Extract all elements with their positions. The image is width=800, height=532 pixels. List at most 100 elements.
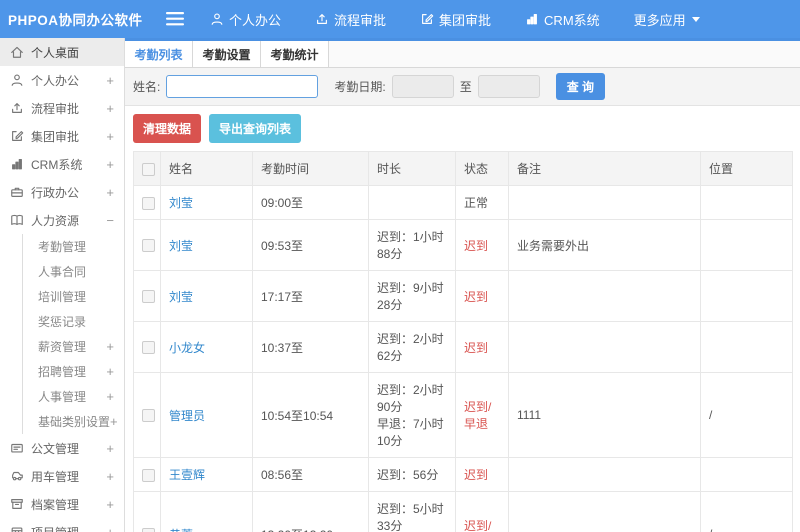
topnav-item-4[interactable]: 更多应用 bbox=[634, 10, 701, 29]
duration-line: 迟到：2小时90分 bbox=[377, 383, 444, 414]
date-to-input[interactable] bbox=[477, 75, 540, 98]
sidebar-item-label: 流程审批 bbox=[31, 101, 80, 116]
attendance-time: 17:17至 bbox=[252, 270, 369, 322]
sidebar-item-label: 奖惩记录 bbox=[38, 315, 87, 329]
sidebar-subitem-5[interactable]: 招聘管理 + bbox=[23, 359, 124, 384]
sidebar-item-3[interactable]: 集团审批 + bbox=[0, 122, 124, 150]
row-checkbox[interactable] bbox=[142, 290, 155, 304]
expand-icon[interactable]: + bbox=[106, 389, 114, 404]
employee-name-link[interactable]: 刘莹 bbox=[169, 239, 193, 253]
expand-icon[interactable]: + bbox=[106, 185, 114, 200]
search-button[interactable]: 查 询 bbox=[555, 73, 606, 100]
sidebar-subitem-1[interactable]: 人事合同 bbox=[23, 259, 124, 284]
topnav-item-label: 更多应用 bbox=[633, 12, 686, 28]
sidebar-subitem-2[interactable]: 培训管理 bbox=[23, 284, 124, 309]
column-header-2: 时长 bbox=[368, 151, 456, 186]
duration: 迟到：56分 bbox=[368, 457, 456, 492]
attendance-table: 姓名 考勤时间 时长 状态 备注 位置 刘莹 09:00至 正常 刘莹 09:53至 迟到：1小时88… bbox=[133, 151, 793, 532]
collapse-icon[interactable]: − bbox=[106, 213, 114, 228]
sidebar-item-label: 基础类别设置 bbox=[38, 415, 111, 429]
sidebar-subitem-6[interactable]: 人事管理 + bbox=[23, 384, 124, 409]
row-checkbox[interactable] bbox=[142, 409, 155, 423]
sidebar-item-1[interactable]: 个人办公 + bbox=[0, 66, 124, 94]
attendance-time: 08:56至 bbox=[252, 457, 369, 492]
menu-icon[interactable] bbox=[166, 12, 184, 26]
duration: 迟到：2小时90分 早退：7小时10分 bbox=[368, 372, 456, 458]
topnav-item-label: CRM系统 bbox=[544, 12, 600, 28]
row-checkbox[interactable] bbox=[142, 528, 155, 532]
topnav-item-3[interactable]: CRM系统 bbox=[525, 10, 600, 29]
duration bbox=[368, 185, 456, 220]
sidebar-item-5[interactable]: 行政办公 + bbox=[0, 178, 124, 206]
expand-icon[interactable]: + bbox=[106, 497, 114, 512]
sidebar-item-label: 招聘管理 bbox=[38, 365, 87, 379]
main-panel: 考勤列表 考勤设置 考勤统计 姓名: 考勤日期: 至 查 询 清理数据 导出查询列表… bbox=[125, 38, 800, 532]
row-checkbox[interactable] bbox=[142, 196, 155, 210]
expand-icon[interactable]: + bbox=[106, 101, 114, 116]
duration-line: 迟到：2小时62分 bbox=[377, 332, 444, 363]
expand-icon[interactable]: + bbox=[106, 364, 114, 379]
expand-icon[interactable]: + bbox=[106, 525, 114, 532]
duration-line: 迟到：9小时28分 bbox=[377, 281, 444, 312]
export-list-button[interactable]: 导出查询列表 bbox=[209, 114, 302, 143]
employee-name-link[interactable]: 管理员 bbox=[169, 409, 205, 423]
attendance-time: 09:00至 bbox=[252, 185, 369, 220]
sidebar-item-0[interactable]: 个人桌面 bbox=[0, 38, 124, 66]
expand-icon[interactable]: + bbox=[110, 414, 118, 429]
duration-line: 早退：7小时10分 bbox=[377, 417, 444, 448]
expand-icon[interactable]: + bbox=[106, 157, 114, 172]
row-checkbox[interactable] bbox=[142, 239, 155, 253]
topnav-item-2[interactable]: 集团审批 bbox=[420, 10, 491, 29]
status-badge: 迟到 bbox=[464, 238, 489, 253]
tab-1[interactable]: 考勤设置 bbox=[193, 41, 261, 67]
sidebar-item-label: 公文管理 bbox=[31, 441, 80, 456]
expand-icon[interactable]: + bbox=[106, 129, 114, 144]
sidebar-item-label: 个人办公 bbox=[31, 73, 80, 88]
employee-name-link[interactable]: 王壹辉 bbox=[169, 468, 205, 482]
sidebar-item-9[interactable]: 档案管理 + bbox=[0, 490, 124, 518]
tab-2[interactable]: 考勤统计 bbox=[261, 41, 329, 67]
column-header-1: 考勤时间 bbox=[252, 151, 369, 186]
duration-line: 迟到：1小时88分 bbox=[377, 230, 444, 261]
employee-name-link[interactable]: 刘莹 bbox=[169, 290, 193, 304]
briefcase-icon bbox=[10, 185, 24, 199]
employee-name-link[interactable]: 小龙女 bbox=[169, 341, 205, 355]
sidebar-subitem-4[interactable]: 薪资管理 + bbox=[23, 334, 124, 359]
location: / bbox=[700, 372, 793, 458]
sidebar-item-4[interactable]: CRM系统 + bbox=[0, 150, 124, 178]
attendance-date-label: 考勤日期: bbox=[334, 80, 386, 94]
row-checkbox[interactable] bbox=[142, 341, 155, 355]
content-area: 清理数据 导出查询列表 姓名 考勤时间 时长 状态 备注 位置 刘莹 09:00至 正常 刘莹 09… bbox=[125, 106, 800, 532]
sidebar-item-2[interactable]: 流程审批 + bbox=[0, 94, 124, 122]
sidebar-item-label: 人力资源 bbox=[31, 213, 80, 228]
topnav-item-1[interactable]: 流程审批 bbox=[315, 10, 386, 29]
sidebar-subitem-0[interactable]: 考勤管理 bbox=[23, 234, 124, 259]
employee-name-link[interactable]: 刘莹 bbox=[169, 196, 193, 210]
topnav-item-0[interactable]: 个人办公 bbox=[210, 10, 281, 29]
expand-icon[interactable]: + bbox=[106, 469, 114, 484]
tab-0[interactable]: 考勤列表 bbox=[125, 41, 193, 67]
sidebar-item-8[interactable]: 用车管理 + bbox=[0, 462, 124, 490]
employee-name-link[interactable]: 黄蓉 bbox=[169, 528, 193, 532]
name-input[interactable] bbox=[166, 75, 319, 98]
location: / bbox=[700, 491, 793, 532]
expand-icon[interactable]: + bbox=[106, 73, 114, 88]
status-badge: 正常 bbox=[464, 196, 489, 210]
sidebar-item-10[interactable]: 项目管理 + bbox=[0, 518, 124, 532]
car-icon bbox=[10, 469, 24, 483]
clean-data-button[interactable]: 清理数据 bbox=[133, 114, 202, 143]
sidebar-item-7[interactable]: 公文管理 + bbox=[0, 434, 124, 462]
app-logo[interactable]: PHPOA协同办公软件 bbox=[0, 9, 148, 29]
sidebar-item-6[interactable]: 人力资源 − bbox=[0, 206, 124, 234]
sidebar-item-label: 考勤管理 bbox=[38, 240, 87, 254]
sidebar-subitem-3[interactable]: 奖惩记录 bbox=[23, 309, 124, 334]
date-from-input[interactable] bbox=[391, 75, 454, 98]
sidebar-subitem-7[interactable]: 基础类别设置 + bbox=[23, 409, 124, 434]
topnav-item-label: 集团审批 bbox=[439, 12, 492, 28]
book-icon bbox=[10, 213, 24, 227]
expand-icon[interactable]: + bbox=[106, 339, 114, 354]
select-all-checkbox[interactable] bbox=[142, 162, 155, 176]
row-checkbox[interactable] bbox=[142, 468, 155, 482]
expand-icon[interactable]: + bbox=[106, 441, 114, 456]
table-row: 小龙女 10:37至 迟到：2小时62分 迟到 bbox=[133, 321, 793, 373]
